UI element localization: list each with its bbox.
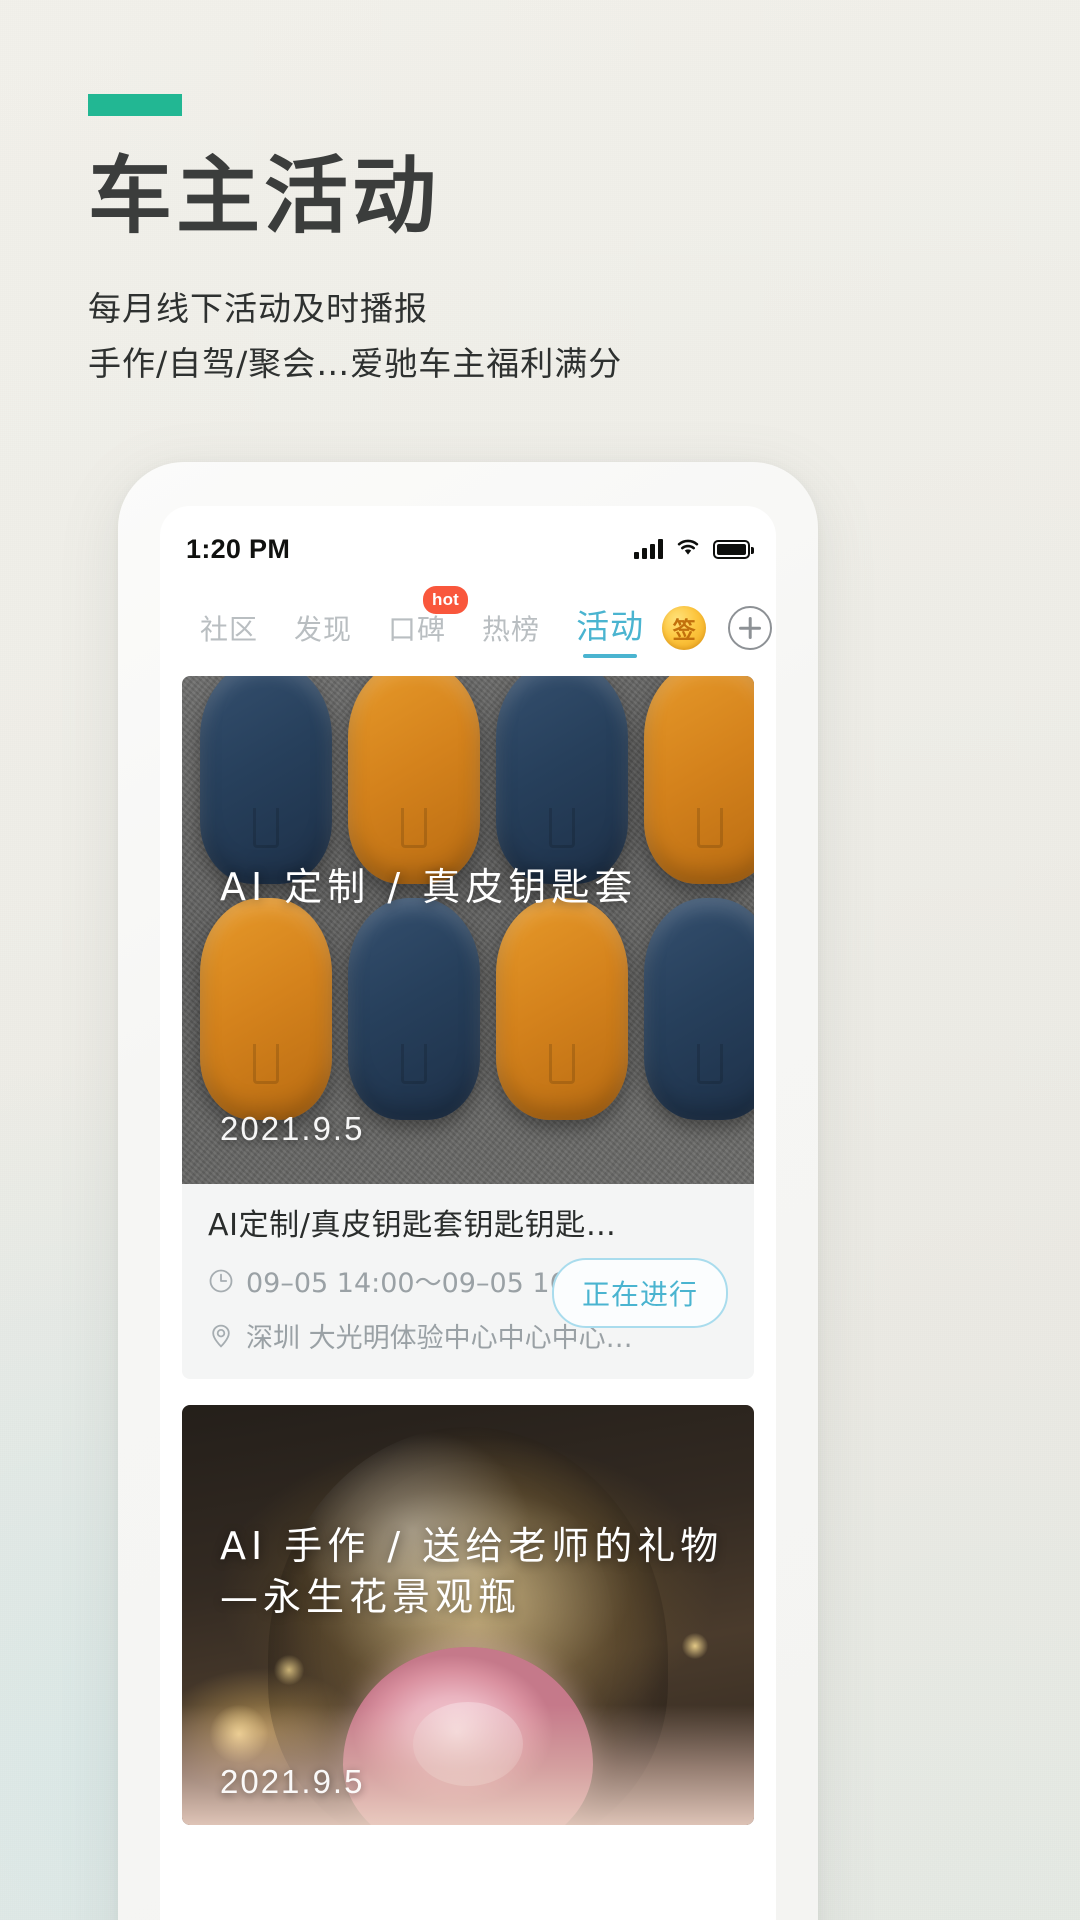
tab-activity[interactable]: 活动 (558, 600, 662, 662)
card-media-overlay-title: AI 手作 / 送给老师的礼物—永生花景观瓶 (220, 1524, 724, 1619)
keycase-photo (182, 676, 754, 1184)
tab-label: 社区 (200, 613, 259, 646)
plus-circle-icon[interactable] (728, 606, 773, 650)
tab-discover[interactable]: 发现 (276, 608, 370, 662)
tab-bar: 社区 发现 hot 口碑 热榜 活动 签 (160, 578, 776, 662)
accent-bar (88, 94, 182, 116)
card-title: AI定制/真皮钥匙套钥匙钥匙… (208, 1208, 617, 1243)
activity-card[interactable]: AI 定制 / 真皮钥匙套 2021.9.5 AI定制/真皮钥匙套钥匙钥匙… 0… (182, 676, 754, 1379)
wifi-icon (674, 537, 702, 562)
card-media-overlay-date: 2021.9.5 (220, 1763, 365, 1800)
battery-full-icon (713, 539, 754, 559)
status-bar-icons (634, 537, 754, 562)
status-bar-time: 1:20 PM (186, 533, 291, 564)
bokeh-light (682, 1633, 708, 1659)
tab-community[interactable]: 社区 (182, 608, 276, 662)
subtitle-line-1: 每月线下活动及时播报 (88, 289, 428, 329)
tab-label: 热榜 (482, 613, 541, 646)
coin-checkin-label: 签 (672, 618, 696, 644)
hot-badge: hot (423, 586, 469, 614)
signal-bars-icon (634, 539, 663, 559)
status-badge[interactable]: 正在进行 (551, 1258, 728, 1328)
tab-label: 发现 (294, 613, 353, 646)
card-media-keycase: AI 定制 / 真皮钥匙套 2021.9.5 (182, 676, 754, 1184)
tab-label: 活动 (576, 607, 645, 646)
activity-feed: AI 定制 / 真皮钥匙套 2021.9.5 AI定制/真皮钥匙套钥匙钥匙… 0… (160, 662, 776, 1825)
page-subtitle: 每月线下活动及时播报 手作/自驾/聚会…爱驰车主福利满分 (88, 281, 988, 392)
card-media-overlay-date: 2021.9.5 (220, 1110, 365, 1147)
map-pin-icon (208, 1323, 234, 1349)
tab-bar-actions: 签 (662, 606, 773, 662)
tab-hotlist[interactable]: 热榜 (464, 608, 558, 662)
tab-list: 社区 发现 hot 口碑 热榜 活动 (182, 586, 662, 662)
status-bar: 1:20 PM (160, 506, 776, 578)
tab-active-underline (583, 654, 638, 658)
page-header: 车主活动 每月线下活动及时播报 手作/自驾/聚会…爱驰车主福利满分 (88, 0, 988, 392)
card-body: AI定制/真皮钥匙套钥匙钥匙… 09–05 14:00～09–05 16:30 (182, 1184, 754, 1379)
phone-mockup: 1:20 PM 社区 发现 hot 口碑 热榜 活动 签 AI 定制 / 真皮钥… (118, 462, 818, 1920)
card-media-overlay-title: AI 定制 / 真皮钥匙套 (220, 865, 638, 909)
activity-card[interactable]: AI 手作 / 送给老师的礼物—永生花景观瓶 2021.9.5 (182, 1405, 754, 1825)
subtitle-line-2: 手作/自驾/聚会…爱驰车主福利满分 (88, 344, 623, 384)
coin-checkin-icon[interactable]: 签 (662, 606, 707, 650)
card-media-flower: AI 手作 / 送给老师的礼物—永生花景观瓶 2021.9.5 (182, 1405, 754, 1825)
page-title: 车主活动 (88, 147, 441, 245)
phone-screen: 1:20 PM 社区 发现 hot 口碑 热榜 活动 签 AI 定制 / 真皮钥… (160, 506, 776, 1920)
tab-label: 口碑 (388, 613, 447, 646)
tab-reputation[interactable]: hot 口碑 (370, 586, 469, 662)
clock-icon (208, 1268, 234, 1294)
